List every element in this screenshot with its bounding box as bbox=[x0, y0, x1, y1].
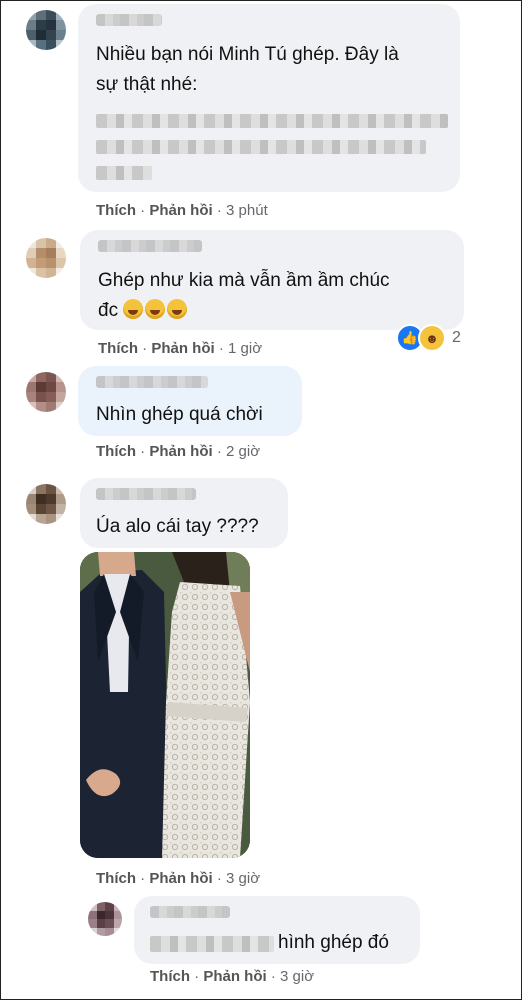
avatar[interactable] bbox=[26, 484, 66, 524]
like-link[interactable]: Thích bbox=[150, 968, 190, 985]
comment-text-line-1: Ghép như kia mà vẫn ầm ầm chúc bbox=[98, 270, 390, 291]
avatar[interactable] bbox=[26, 372, 66, 412]
comment-text-line-2: đc bbox=[98, 296, 189, 325]
comment-bubble: Ghép như kia mà vẫn ầm ầm chúc đc bbox=[80, 230, 464, 330]
like-link[interactable]: Thích bbox=[96, 202, 136, 219]
like-link[interactable]: Thích bbox=[96, 870, 136, 887]
blurred-author-name bbox=[150, 906, 230, 918]
timestamp[interactable]: 3 giờ bbox=[280, 968, 314, 985]
timestamp[interactable]: 3 giờ bbox=[226, 870, 260, 887]
comment-meta: Thích · Phản hồi · 3 giờ bbox=[150, 968, 315, 985]
comment-bubble: Nhìn ghép quá chời bbox=[78, 366, 302, 436]
comment-bubble: Úa alo cái tay ???? bbox=[80, 478, 288, 548]
reply-link[interactable]: Phản hồi bbox=[151, 340, 214, 357]
blurred-author-name bbox=[96, 488, 196, 500]
comment-text-line-2-text: đc bbox=[98, 300, 119, 321]
timestamp[interactable]: 1 giờ bbox=[228, 340, 262, 357]
comment-text-line-1: hình ghép đó bbox=[278, 932, 389, 953]
photo-couple-image bbox=[80, 552, 250, 858]
blurred-text bbox=[150, 936, 274, 952]
laughing-crying-emoji-icon bbox=[123, 299, 144, 319]
comment-text-line-2: sự thật nhé: bbox=[96, 74, 198, 95]
timestamp[interactable]: 3 phút bbox=[226, 202, 268, 219]
blurred-text bbox=[96, 114, 448, 128]
comment-meta: Thích · Phản hồi · 3 phút bbox=[96, 202, 268, 219]
comment-text-line-1: Úa alo cái tay ???? bbox=[96, 516, 259, 537]
like-link[interactable]: Thích bbox=[98, 340, 138, 357]
comment-meta: Thích · Phản hồi · 3 giờ bbox=[96, 870, 261, 887]
blurred-text bbox=[96, 166, 152, 180]
laughing-crying-emoji-icon bbox=[145, 299, 166, 319]
reply-link[interactable]: Phản hồi bbox=[203, 968, 266, 985]
blurred-author-name bbox=[98, 240, 202, 252]
attached-photo[interactable] bbox=[80, 552, 250, 858]
reply-link[interactable]: Phản hồi bbox=[149, 870, 212, 887]
laughing-crying-emoji-icon bbox=[167, 299, 188, 319]
avatar[interactable] bbox=[26, 10, 66, 50]
reaction-count: 2 bbox=[452, 329, 461, 346]
haha-icon: ☻ bbox=[418, 324, 446, 352]
reply-link[interactable]: Phản hồi bbox=[149, 443, 212, 460]
comment-meta: Thích · Phản hồi · 2 giờ bbox=[96, 443, 261, 460]
avatar[interactable] bbox=[88, 902, 122, 936]
blurred-author-name bbox=[96, 376, 208, 388]
blurred-text bbox=[96, 140, 426, 154]
comment-bubble: hình ghép đó bbox=[134, 896, 420, 964]
like-link[interactable]: Thích bbox=[96, 443, 136, 460]
comment-text-line-1: Nhiều bạn nói Minh Tú ghép. Đây là bbox=[96, 44, 399, 65]
comment-bubble: Nhiều bạn nói Minh Tú ghép. Đây là sự th… bbox=[78, 4, 460, 192]
blurred-author-name bbox=[96, 14, 162, 26]
comment-meta: Thích · Phản hồi · 1 giờ bbox=[98, 340, 263, 357]
reply-link[interactable]: Phản hồi bbox=[149, 202, 212, 219]
comment-text-line-1: Nhìn ghép quá chời bbox=[96, 404, 263, 425]
avatar[interactable] bbox=[26, 238, 66, 278]
timestamp[interactable]: 2 giờ bbox=[226, 443, 260, 460]
reaction-summary[interactable]: 👍 ☻ 2 bbox=[396, 324, 461, 352]
